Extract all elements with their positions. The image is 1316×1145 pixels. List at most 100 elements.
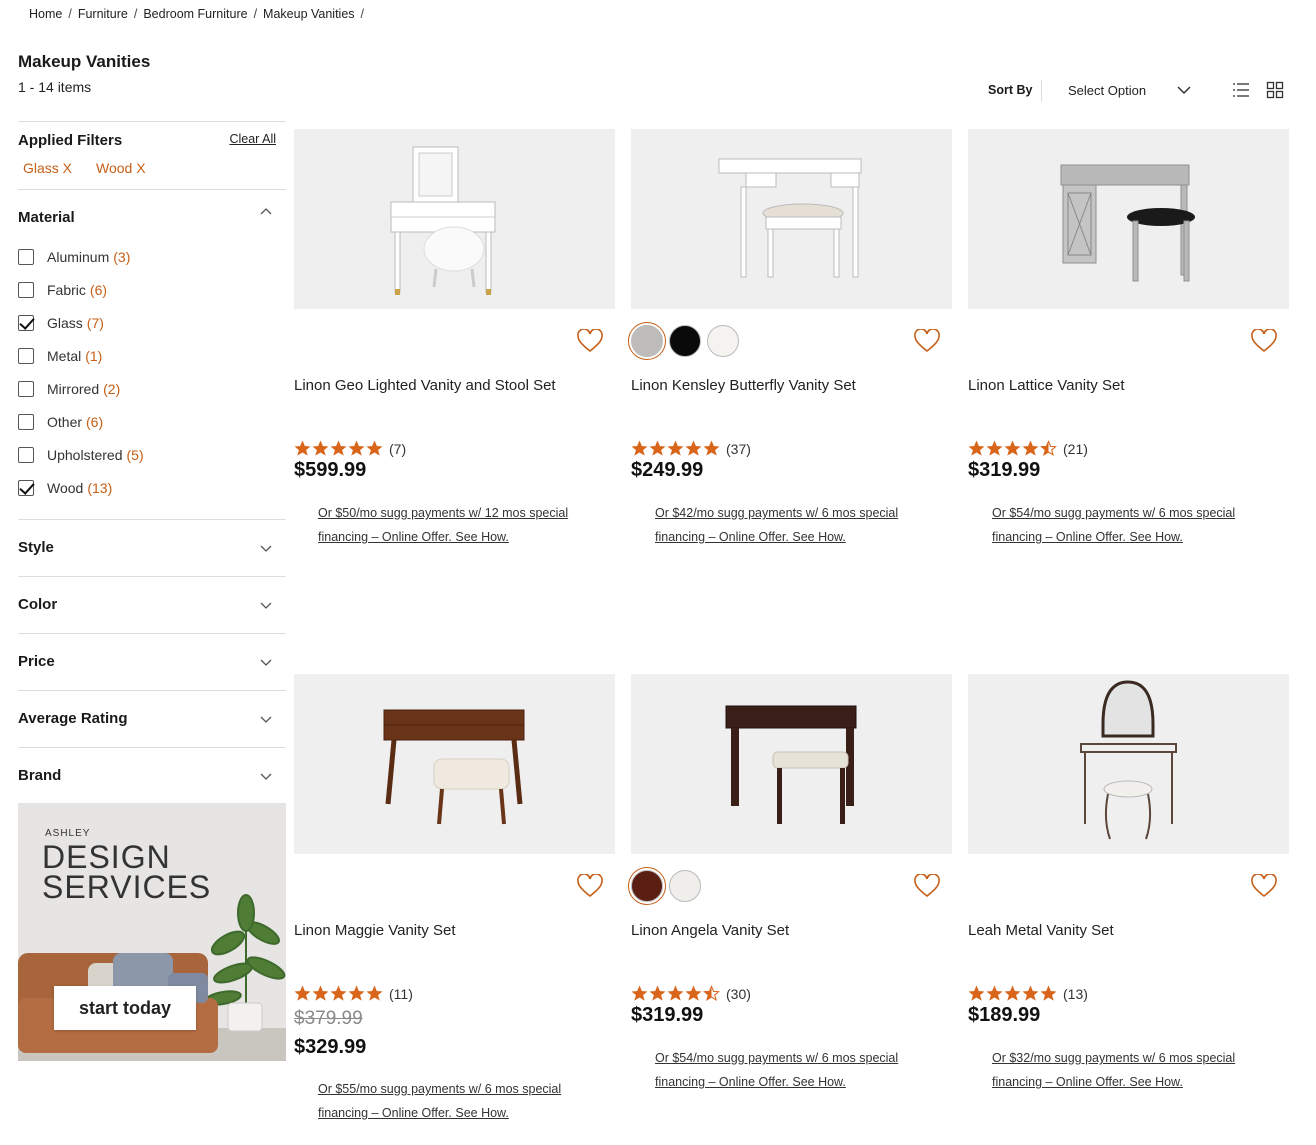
financing-offer-link[interactable]: Or $54/mo sugg payments w/ 6 mos special… — [992, 501, 1282, 549]
ad-brand: ASHLEY — [45, 828, 91, 839]
material-option[interactable]: Other (6) — [18, 405, 286, 438]
star-icon — [294, 985, 311, 1001]
checkbox[interactable] — [18, 281, 34, 298]
material-option[interactable]: Aluminum (3) — [18, 240, 286, 273]
sort-select[interactable]: Select Option — [1068, 83, 1146, 98]
product-card[interactable]: Linon Lattice Vanity Set (21) $319.99 Or $5… — [968, 129, 1289, 569]
product-card[interactable]: Linon Maggie Vanity Set (11) $379.99 $329.9… — [294, 674, 615, 1120]
product-card[interactable]: Linon Kensley Butterfly Vanity Set (37) $2… — [628, 129, 952, 569]
product-photo — [390, 146, 496, 295]
product-card[interactable]: Leah Metal Vanity Set (13) $189.99 Or $32/m… — [968, 674, 1289, 1114]
facet-style[interactable]: Style — [18, 520, 286, 577]
applied-filters-title: Applied Filters — [18, 132, 123, 149]
financing-offer-link[interactable]: Or $42/mo sugg payments w/ 6 mos special… — [655, 501, 945, 549]
review-count[interactable]: (11) — [389, 986, 413, 1002]
product-name[interactable]: Linon Angela Vanity Set — [631, 922, 789, 939]
product-name[interactable]: Linon Geo Lighted Vanity and Stool Set — [294, 377, 556, 394]
breadcrumb-furniture[interactable]: Furniture — [78, 7, 128, 21]
checkbox[interactable] — [18, 347, 34, 364]
product-image[interactable] — [294, 129, 615, 309]
option-count: (3) — [113, 248, 131, 265]
facet-header[interactable]: Style — [18, 520, 286, 576]
facet-color[interactable]: Color — [18, 577, 286, 634]
facet-material-header[interactable]: Material — [18, 190, 286, 240]
breadcrumb-separator: / — [133, 7, 138, 21]
color-swatch[interactable] — [628, 867, 666, 905]
product-name[interactable]: Linon Maggie Vanity Set — [294, 922, 456, 939]
chevron-down-icon[interactable] — [1176, 82, 1192, 98]
heart-icon[interactable] — [914, 329, 940, 353]
facet-header[interactable]: Price — [18, 634, 286, 690]
financing-offer-link[interactable]: Or $32/mo sugg payments w/ 6 mos special… — [992, 1046, 1282, 1094]
star-rating — [294, 985, 383, 1002]
review-count[interactable]: (7) — [389, 441, 406, 457]
facet-brand[interactable]: Brand — [18, 748, 286, 805]
checkbox[interactable] — [18, 413, 34, 430]
checkbox[interactable] — [18, 380, 34, 397]
option-count: (7) — [86, 314, 104, 331]
facet-average-rating[interactable]: Average Rating — [18, 691, 286, 748]
option-label: Metal — [47, 347, 82, 364]
breadcrumb-home[interactable]: Home — [29, 7, 62, 21]
heart-icon[interactable] — [577, 329, 603, 353]
breadcrumb-bedroom-furniture[interactable]: Bedroom Furniture — [143, 7, 247, 21]
filter-chip-wood[interactable]: Wood X — [96, 160, 146, 176]
product-image[interactable] — [631, 674, 952, 854]
clear-all-link[interactable]: Clear All — [229, 132, 276, 146]
checkbox[interactable] — [18, 446, 34, 463]
filter-chip-glass[interactable]: Glass X — [23, 160, 72, 176]
color-swatch[interactable] — [669, 325, 701, 357]
product-image[interactable] — [631, 129, 952, 309]
color-swatch[interactable] — [669, 870, 701, 902]
heart-icon[interactable] — [1251, 874, 1277, 898]
color-swatch[interactable] — [707, 325, 739, 357]
heart-icon[interactable] — [914, 874, 940, 898]
financing-offer-link[interactable]: Or $55/mo sugg payments w/ 6 mos special… — [318, 1077, 608, 1125]
review-count[interactable]: (21) — [1063, 441, 1088, 457]
material-option[interactable]: Metal (1) — [18, 339, 286, 372]
list-view-icon[interactable] — [1232, 81, 1250, 99]
facet-header[interactable]: Average Rating — [18, 691, 286, 747]
star-icon — [330, 440, 347, 456]
star-icon — [366, 985, 383, 1001]
financing-offer-link[interactable]: Or $50/mo sugg payments w/ 12 mos specia… — [318, 501, 608, 549]
product-name[interactable]: Leah Metal Vanity Set — [968, 922, 1114, 939]
review-count[interactable]: (30) — [726, 986, 751, 1002]
material-option[interactable]: Fabric (6) — [18, 273, 286, 306]
option-count: (2) — [103, 380, 121, 397]
checkbox[interactable] — [18, 314, 34, 331]
product-price: $249.99 — [631, 459, 704, 481]
breadcrumb-makeup-vanities[interactable]: Makeup Vanities — [263, 7, 355, 21]
design-services-banner[interactable]: ASHLEY DESIGN SERVICES start today — [18, 803, 286, 1061]
product-name[interactable]: Linon Lattice Vanity Set — [968, 377, 1125, 394]
review-count[interactable]: (37) — [726, 441, 751, 457]
product-name[interactable]: Linon Kensley Butterfly Vanity Set — [631, 377, 856, 394]
heart-icon[interactable] — [577, 874, 603, 898]
financing-offer-link[interactable]: Or $54/mo sugg payments w/ 6 mos special… — [655, 1046, 945, 1094]
facet-header[interactable]: Brand — [18, 748, 286, 804]
star-icon — [1022, 985, 1039, 1001]
product-photo — [718, 158, 862, 278]
heart-icon[interactable] — [1251, 329, 1277, 353]
star-icon — [685, 440, 702, 456]
product-image[interactable] — [294, 674, 615, 854]
review-count[interactable]: (13) — [1063, 986, 1088, 1002]
product-image[interactable] — [968, 129, 1289, 309]
product-card[interactable]: Linon Geo Lighted Vanity and Stool Set (7… — [294, 129, 615, 569]
star-icon — [968, 985, 985, 1001]
product-card[interactable]: Linon Angela Vanity Set (30) $319.99 Or $54… — [628, 674, 952, 1114]
facet-price[interactable]: Price — [18, 634, 286, 691]
product-image[interactable] — [968, 674, 1289, 854]
material-option[interactable]: Wood (13) — [18, 471, 286, 504]
checkbox[interactable] — [18, 248, 34, 265]
color-swatch[interactable] — [628, 322, 666, 360]
facet-header[interactable]: Color — [18, 577, 286, 633]
checkbox[interactable] — [18, 479, 34, 496]
product-rating: (11) — [294, 985, 413, 1002]
material-option[interactable]: Upholstered (5) — [18, 438, 286, 471]
material-option[interactable]: Mirrored (2) — [18, 372, 286, 405]
start-today-button[interactable]: start today — [54, 986, 196, 1030]
grid-view-icon[interactable] — [1266, 81, 1284, 99]
material-option[interactable]: Glass (7) — [18, 306, 286, 339]
star-rating — [968, 440, 1057, 457]
